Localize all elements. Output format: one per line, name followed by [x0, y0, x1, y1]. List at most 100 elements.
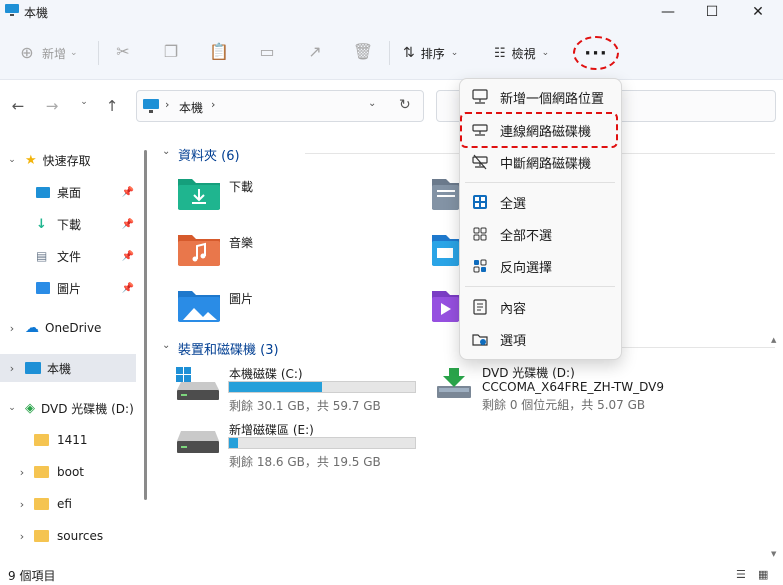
pin-icon[interactable]: 📌 [122, 251, 134, 262]
menu-item-label: 全部不選 [500, 228, 553, 244]
folder-icon [34, 530, 49, 542]
sidebar-item-folder[interactable]: 1411 [0, 426, 136, 454]
cloud-icon: ☁ [25, 320, 39, 336]
menu-item-label: 選項 [500, 333, 527, 349]
sidebar-item-onedrive[interactable]: › ☁ OneDrive [0, 314, 136, 342]
folder-label[interactable]: 音樂 [229, 234, 253, 251]
hard-drive-icon[interactable] [175, 427, 221, 457]
item-count: 9 個項目 [8, 569, 56, 583]
drive-name[interactable]: 新增磁碟區 (E:) [229, 421, 314, 438]
drive-name[interactable]: DVD 光碟機 (D:) [482, 364, 575, 381]
back-arrow-icon[interactable]: ← [8, 97, 28, 115]
copy-icon[interactable]: ❐ [160, 41, 182, 63]
cut-icon[interactable]: ✂ [112, 41, 134, 63]
network-location-icon [470, 87, 490, 107]
drive-name[interactable]: 本機磁碟 (C:) [229, 365, 303, 382]
expand-chevron-icon[interactable]: ⌄ [3, 403, 21, 413]
delete-icon[interactable]: 🗑 [352, 41, 374, 63]
sidebar-item-folder[interactable]: › boot [0, 458, 136, 486]
sidebar-item-pictures[interactable]: 圖片 📌 [0, 274, 136, 302]
documents-folder-icon[interactable] [431, 175, 459, 211]
sidebar-item-downloads[interactable]: ↓ 下載 📌 [0, 210, 136, 238]
select-none-icon [470, 224, 490, 244]
expand-chevron-icon[interactable]: › [13, 466, 31, 479]
properties-icon [470, 297, 490, 317]
scroll-down-icon[interactable]: ▼ [771, 550, 776, 558]
collapse-chevron-icon[interactable]: ⌄ [162, 146, 170, 157]
folder-label[interactable]: 圖片 [229, 290, 253, 307]
pictures-folder-icon[interactable] [177, 287, 221, 323]
address-dropdown-icon[interactable]: ⌄ [368, 98, 376, 109]
details-view-icon[interactable]: ☰ [736, 568, 746, 581]
sidebar-item-quick-access[interactable]: ⌄ ★ 快速存取 [0, 146, 136, 174]
menu-divider [465, 182, 615, 183]
folder-icon [34, 498, 49, 510]
desktop-folder-icon[interactable] [431, 231, 459, 267]
new-button[interactable]: ⊕ 新增 ⌄ [16, 41, 96, 65]
maximize-button[interactable]: ☐ [689, 0, 735, 24]
menu-divider [465, 286, 615, 287]
menu-item-disconnect-network-drive[interactable]: 中斷網路磁碟機 [460, 146, 621, 178]
paste-icon[interactable]: 📋 [208, 41, 230, 63]
pin-icon[interactable]: 📌 [122, 283, 134, 294]
folders-group-header[interactable]: 資料夾 (6) [178, 145, 240, 164]
rename-icon[interactable]: ▭ [256, 41, 278, 63]
sidebar-item-label: 本機 [47, 361, 72, 376]
breadcrumb-this-pc[interactable]: 本機 [179, 99, 203, 116]
menu-item-invert-selection[interactable]: 反向選擇 [460, 250, 621, 282]
computer-icon [143, 99, 159, 113]
scroll-up-icon[interactable]: ▲ [771, 336, 776, 344]
collapse-chevron-icon[interactable]: ⌄ [162, 340, 170, 351]
computer-icon [5, 4, 19, 16]
share-icon[interactable]: ↗ [304, 41, 326, 63]
drive-usage-bar [228, 381, 416, 393]
sidebar-item-dvd[interactable]: ⌄ ◈ DVD 光碟機 (D:) [0, 394, 136, 422]
recent-chevron-icon[interactable]: ⌄ [74, 97, 94, 107]
pin-icon[interactable]: 📌 [122, 187, 134, 198]
view-label: 檢視 [511, 46, 536, 61]
folder-label[interactable]: 下載 [229, 178, 253, 195]
sidebar-item-label: 桌面 [57, 185, 82, 200]
downloads-folder-icon[interactable] [177, 175, 221, 211]
up-arrow-icon[interactable]: ↑ [102, 97, 122, 115]
menu-item-options[interactable]: 選項 [460, 323, 621, 355]
expand-chevron-icon[interactable]: › [13, 498, 31, 511]
sidebar-item-desktop[interactable]: 桌面 📌 [0, 178, 136, 206]
sort-button[interactable]: ⇅ 排序 ⌄ [403, 41, 473, 65]
expand-chevron-icon[interactable]: › [13, 530, 31, 543]
sidebar-item-folder[interactable]: › sources [0, 522, 136, 550]
sort-label: 排序 [420, 46, 445, 61]
sidebar-item-documents[interactable]: ▤ 文件 📌 [0, 242, 136, 270]
menu-item-select-all[interactable]: 全選 [460, 186, 621, 218]
document-icon: ▤ [36, 249, 48, 263]
breadcrumb-chevron-icon: › [165, 98, 170, 111]
computer-icon [25, 362, 41, 374]
sort-icon: ⇅ [403, 45, 415, 61]
view-button[interactable]: ☷ 檢視 ⌄ [494, 41, 564, 65]
dvd-drive-icon[interactable] [435, 366, 475, 402]
expand-chevron-icon[interactable]: › [3, 322, 21, 335]
menu-item-select-none[interactable]: 全部不選 [460, 218, 621, 250]
close-button[interactable]: ✕ [735, 0, 781, 24]
minimize-button[interactable]: — [645, 0, 691, 24]
sidebar-scrollbar[interactable] [144, 150, 147, 500]
sidebar-item-label: sources [57, 529, 104, 543]
menu-item-add-network-location[interactable]: 新增一個網路位置 [460, 81, 621, 113]
refresh-icon[interactable]: ↻ [399, 97, 411, 113]
drives-group-header[interactable]: 裝置和磁碟機 (3) [178, 339, 279, 358]
sidebar-item-folder[interactable]: › efi [0, 490, 136, 518]
window-title: 本機 [24, 6, 49, 20]
windows-drive-icon[interactable] [175, 366, 221, 402]
music-folder-icon[interactable] [177, 231, 221, 267]
videos-folder-icon[interactable] [431, 287, 459, 323]
chevron-down-icon: ⌄ [450, 48, 459, 58]
pin-icon[interactable]: 📌 [122, 219, 134, 230]
expand-chevron-icon[interactable]: ⌄ [3, 155, 21, 165]
tiles-view-icon[interactable]: ▦ [758, 568, 768, 581]
menu-item-properties[interactable]: 內容 [460, 291, 621, 323]
forward-arrow-icon[interactable]: → [42, 97, 62, 115]
sidebar-item-label: 圖片 [57, 281, 82, 296]
expand-chevron-icon[interactable]: › [3, 362, 21, 375]
sidebar-item-this-pc[interactable]: › 本機 [0, 354, 136, 382]
more-options-button[interactable]: ··· [573, 36, 619, 70]
